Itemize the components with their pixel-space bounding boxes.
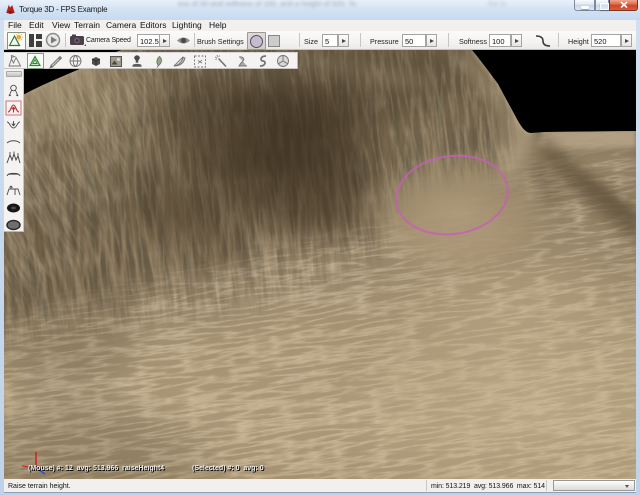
svg-text:(Selected) #: 0 avg: 0: (Selected) #: 0 avg: 0: [192, 465, 264, 472]
svg-text:(Mouse) #: 12 avg: 513.966 r: (Mouse) #: 12 avg: 513.966 raiseHeight4: [28, 465, 164, 472]
